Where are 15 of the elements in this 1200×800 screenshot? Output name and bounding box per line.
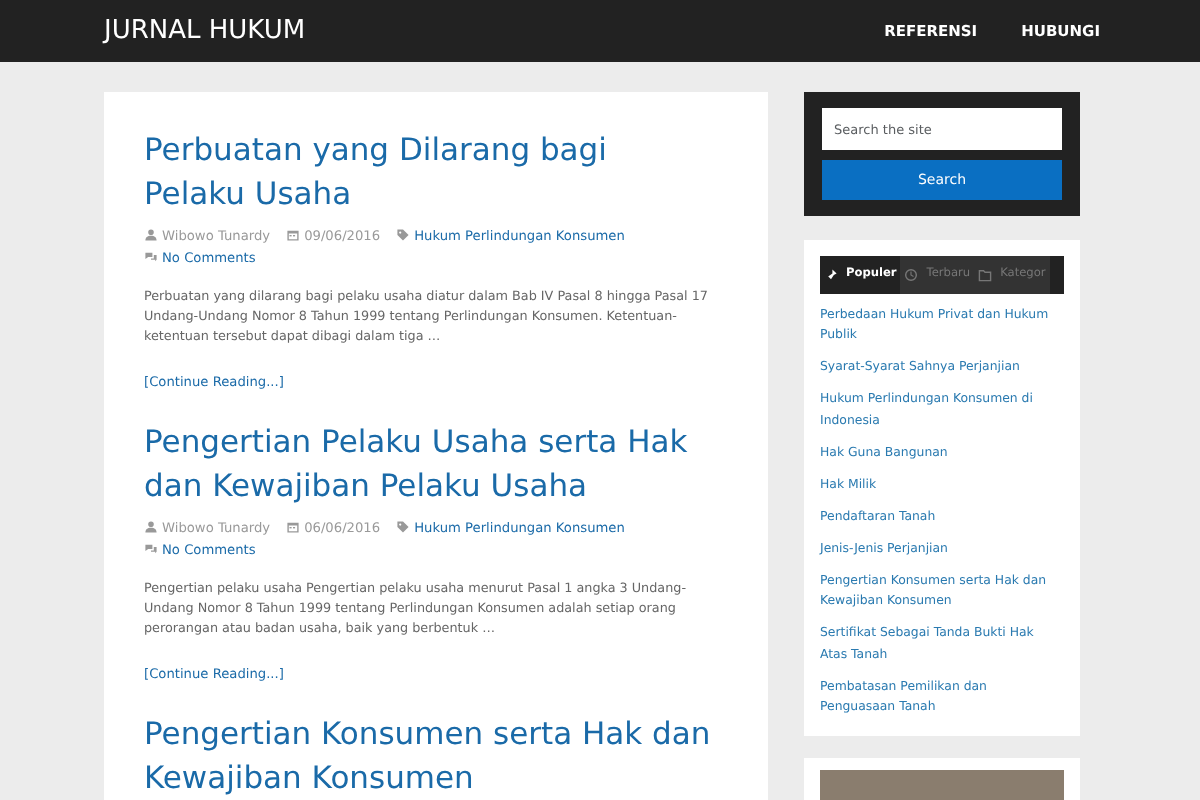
- post-title[interactable]: Pengertian Pelaku Usaha serta Hak dan Kewajiban Pelaku Usaha: [144, 420, 728, 508]
- post-title[interactable]: Perbuatan yang Dilarang bagi Pelaku Usaha: [144, 128, 728, 216]
- clock-icon: [904, 268, 919, 283]
- post-title[interactable]: Pengertian Konsumen serta Hak dan Kewajiban Konsumen: [144, 712, 728, 800]
- tag-icon: [396, 519, 411, 533]
- folder-icon: [978, 268, 993, 283]
- user-icon: [144, 227, 158, 241]
- user-icon: [144, 519, 158, 533]
- calendar-icon: [286, 519, 301, 533]
- comments-icon: [144, 541, 158, 555]
- comments-icon: [144, 249, 158, 263]
- site-title[interactable]: JURNAL HUKUM: [104, 11, 306, 51]
- tag-icon: [396, 227, 411, 241]
- calendar-icon: [286, 227, 301, 241]
- pin-icon: [824, 268, 838, 283]
